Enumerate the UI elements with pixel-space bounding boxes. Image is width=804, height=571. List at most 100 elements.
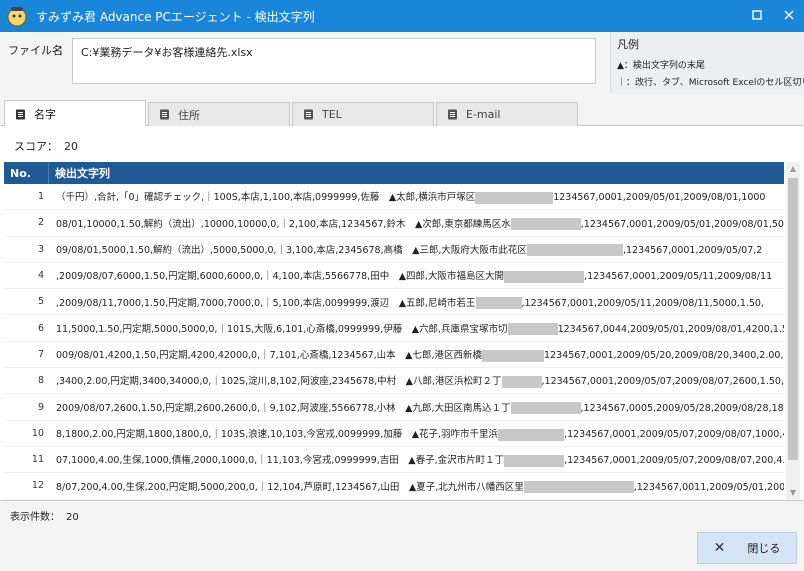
- table-row[interactable]: 3 09/08/01,5000,1.50,解約（流出）,5000,5000,0,｜…: [4, 237, 784, 263]
- table-row[interactable]: 12 8/07,200,4.00,生保,200,円定期,5000,200,0,｜1…: [4, 473, 784, 500]
- maximize-icon: [752, 10, 762, 20]
- masked-text: [475, 297, 522, 310]
- close-button[interactable]: ✕ 閉じる: [697, 532, 797, 564]
- row-number: 3: [37, 243, 44, 255]
- masked-text: [482, 349, 545, 362]
- row-detected-text: 07,1000,4.00,生保,1000,債権,2000,1000,0,｜11,…: [48, 452, 784, 467]
- row-text-after-mask: ,1234567,0001,2009/05/07,2: [622, 244, 763, 256]
- row-text-after-mask: ,1234567,0001,2009/05/01,2009/08/01,5000…: [580, 218, 784, 230]
- row-number: 6: [37, 322, 44, 334]
- table-body: 1 （千円）,合計,「0」確認チェック,｜100S,本店,1,100,本店,099…: [4, 184, 784, 500]
- row-text-before-mask: 8,1800,2.00,円定期,1800,1800,0,｜103S,浪速,10,…: [56, 429, 499, 441]
- row-text-before-mask: 11,5000,1.50,円定期,5000,5000,0,｜101S,大阪,6,…: [56, 323, 508, 335]
- row-text-before-mask: 009/08/01,4200,1.50,円定期,4200,42000,0,｜7,…: [56, 350, 483, 362]
- row-detected-text: 8,1800,2.00,円定期,1800,1800,0,｜103S,浪速,10,…: [48, 426, 784, 441]
- document-icon: [304, 109, 313, 120]
- scroll-up-icon[interactable]: ▲: [786, 162, 800, 176]
- table-row[interactable]: 1 （千円）,合計,「0」確認チェック,｜100S,本店,1,100,本店,099…: [4, 184, 784, 211]
- row-detected-text: （千円）,合計,「0」確認チェック,｜100S,本店,1,100,本店,0999…: [48, 189, 784, 204]
- score-value: 20: [64, 140, 78, 153]
- row-text-after-mask: ,1234567,0005,2009/05/28,2009/08/28,1800…: [580, 402, 784, 414]
- window-title: すみずみ君 Advance PCエージェント - 検出文字列: [36, 9, 315, 24]
- table-row[interactable]: 8 ,3400,2.00,円定期,3400,34000,0,｜102S,淀川,8,…: [4, 368, 784, 395]
- masked-text: [498, 428, 565, 441]
- row-text-after-mask: 1234567,0044,2009/05/01,2009/08/01,4200,…: [557, 323, 784, 335]
- tab-tel[interactable]: TEL: [292, 102, 434, 126]
- row-number: 11: [31, 454, 44, 466]
- vertical-scrollbar[interactable]: ▲ ▼: [786, 162, 800, 500]
- row-text-before-mask: 07,1000,4.00,生保,1000,債権,2000,1000,0,｜11,…: [56, 455, 505, 467]
- legend-panel: 凡例 ▲：検出文字列の末尾 ｜：改行、タブ、Microsoft Excelのセル…: [610, 32, 804, 94]
- masked-text: [526, 244, 623, 257]
- table-row[interactable]: 2 08/01,10000,1.50,解約（流出）,10000,10000,0,｜…: [4, 210, 784, 237]
- tab-label: 住所: [178, 108, 200, 122]
- row-detected-text: 08/01,10000,1.50,解約（流出）,10000,10000,0,｜2…: [48, 216, 784, 231]
- table-row[interactable]: 9 2009/08/07,2600,1.50,円定期,2600,2600,0,｜9…: [4, 394, 784, 421]
- row-text-before-mask: 8/07,200,4.00,生保,200,円定期,5000,200,0,｜12,…: [56, 481, 524, 493]
- row-text-before-mask: ,3400,2.00,円定期,3400,34000,0,｜102S,淀川,8,1…: [56, 376, 502, 388]
- tab-content: スコア： 20 No. 検出文字列 1 （千円）,合計,「0」確認チェック,｜100…: [0, 126, 804, 501]
- row-detected-text: 09/08/01,5000,1.50,解約（流出）,5000,5000,0,｜3…: [48, 242, 784, 257]
- document-icon: [160, 109, 169, 120]
- row-text-after-mask: ,1234567,0001,2009/05/11,2009/08/11,5000…: [521, 297, 764, 309]
- row-text-after-mask: 1234567,0001,2009/05/20,2009/08/20,3400,…: [544, 350, 784, 362]
- row-text-before-mask: 09/08/01,5000,1.50,解約（流出）,5000,5000,0,｜3…: [56, 244, 527, 256]
- document-icon: [448, 109, 457, 120]
- row-detected-text: 11,5000,1.50,円定期,5000,5000,0,｜101S,大阪,6,…: [48, 321, 784, 336]
- column-header-text[interactable]: 検出文字列: [48, 162, 784, 184]
- row-text-before-mask: （千円）,合計,「0」確認チェック,｜100S,本店,1,100,本店,0999…: [56, 192, 476, 204]
- row-text-before-mask: ,2009/08/11,7000,1.50,円定期,7000,7000,0,｜5…: [56, 297, 476, 309]
- masked-text: [510, 218, 581, 231]
- table-row[interactable]: 4 ,2009/08/07,6000,1.50,円定期,6000,6000,0,｜…: [4, 263, 784, 290]
- file-info: ファイル名 ： C:¥業務データ¥お客様連絡先.xlsx: [0, 32, 610, 94]
- masked-text: [510, 402, 581, 415]
- row-number: 2: [37, 217, 44, 229]
- row-detected-text: 009/08/01,4200,1.50,円定期,4200,42000,0,｜7,…: [48, 347, 784, 362]
- column-header-no[interactable]: No.: [4, 167, 48, 180]
- scroll-down-icon[interactable]: ▼: [786, 486, 800, 500]
- row-number: 5: [37, 296, 44, 308]
- legend-title: 凡例: [617, 38, 639, 51]
- table-header: No. 検出文字列: [4, 162, 784, 184]
- table-row[interactable]: 7 009/08/01,4200,1.50,円定期,4200,42000,0,｜7…: [4, 342, 784, 369]
- tab-email[interactable]: E-mail: [436, 102, 578, 126]
- table-row[interactable]: 6 11,5000,1.50,円定期,5000,5000,0,｜101S,大阪,6…: [4, 315, 784, 342]
- row-text-after-mask: ,1234567,0001,2009/05/07,2009/08/07,200,…: [564, 455, 784, 467]
- table-row[interactable]: 10 8,1800,2.00,円定期,1800,1800,0,｜103S,浪速,1…: [4, 421, 784, 447]
- table-row[interactable]: 5 ,2009/08/11,7000,1.50,円定期,7000,7000,0,｜…: [4, 289, 784, 316]
- row-number: 4: [37, 270, 44, 282]
- tab-bar: 名字 住所 TEL E-mail: [0, 100, 804, 127]
- document-icon: [16, 109, 25, 119]
- file-name-label: ファイル名: [8, 44, 63, 57]
- row-text-after-mask: ,1234567,0001,2009/05/07,2009/08/07,1000…: [564, 429, 784, 441]
- file-path-field[interactable]: C:¥業務データ¥お客様連絡先.xlsx: [72, 38, 596, 84]
- close-window-button[interactable]: [780, 6, 798, 24]
- app-logo-icon: [7, 7, 27, 27]
- row-number: 8: [37, 375, 44, 387]
- tab-surname[interactable]: 名字: [4, 100, 146, 127]
- row-text-after-mask: ,1234567,0001,2009/05/11,2009/08/11: [584, 271, 773, 283]
- row-detected-text: ,2009/08/07,6000,1.50,円定期,6000,6000,0,｜4…: [48, 268, 784, 283]
- display-count-value: 20: [66, 512, 79, 523]
- score-label: スコア：: [14, 140, 58, 153]
- scrollbar-thumb[interactable]: [788, 178, 798, 460]
- display-count: 表示件数： 20: [10, 508, 79, 523]
- table-row[interactable]: 11 07,1000,4.00,生保,1000,債権,2000,1000,0,｜1…: [4, 447, 784, 474]
- row-number: 1: [37, 191, 44, 203]
- close-icon: ✕: [713, 540, 726, 556]
- masked-text: [501, 375, 542, 388]
- maximize-button[interactable]: [748, 6, 766, 24]
- tab-label: E-mail: [466, 108, 501, 121]
- row-detected-text: ,3400,2.00,円定期,3400,34000,0,｜102S,淀川,8,1…: [48, 373, 784, 388]
- row-text-after-mask: ,1234567,0011,2009/05/01,2009/08/01: [633, 481, 784, 493]
- row-text-after-mask: ,1234567,0001,2009/05/07,2009/08/07,2600…: [541, 376, 784, 388]
- tab-address[interactable]: 住所: [148, 102, 290, 126]
- row-detected-text: 2009/08/07,2600,1.50,円定期,2600,2600,0,｜9,…: [48, 400, 784, 415]
- tab-label: 名字: [34, 108, 56, 121]
- row-detected-text: ,2009/08/11,7000,1.50,円定期,7000,7000,0,｜5…: [48, 295, 784, 310]
- masked-text: [475, 191, 554, 204]
- row-number: 10: [31, 427, 44, 439]
- detected-strings-table[interactable]: No. 検出文字列 1 （千円）,合計,「0」確認チェック,｜100S,本店,1,…: [4, 162, 784, 500]
- masked-text: [523, 481, 634, 494]
- close-icon: [784, 10, 794, 20]
